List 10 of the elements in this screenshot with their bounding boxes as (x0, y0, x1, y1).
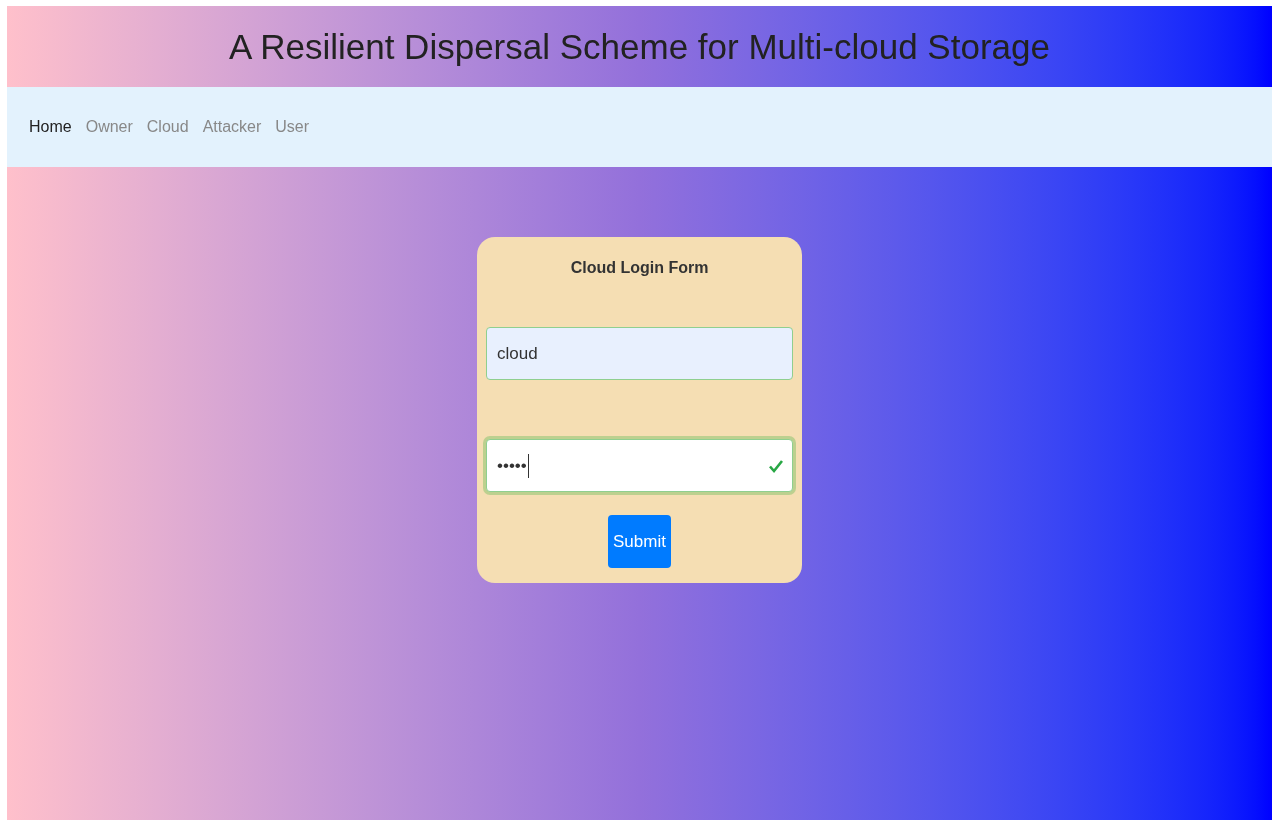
nav-link[interactable]: Cloud (144, 115, 191, 139)
nav-link[interactable]: Home (27, 115, 74, 139)
input-field[interactable]: ••••• (486, 439, 793, 492)
nav-link[interactable]: User (273, 115, 312, 139)
form-title: Cloud Login Form (570, 258, 709, 278)
page-title: A Resilient Dispersal Scheme for Multi-cloud Storage (229, 29, 1050, 64)
nav-link[interactable]: Attacker (200, 115, 264, 139)
input-field[interactable]: cloud (486, 327, 793, 380)
nav-link[interactable]: Owner (83, 115, 135, 139)
submit-button[interactable]: Submit (608, 515, 671, 568)
